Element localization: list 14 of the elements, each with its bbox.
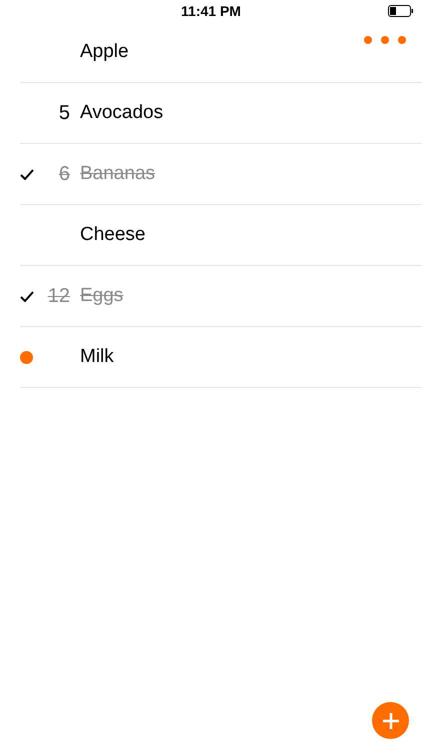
item-name[interactable]: Avocados xyxy=(80,102,164,124)
plus-icon xyxy=(382,712,400,730)
add-button[interactable] xyxy=(372,702,409,739)
item-quantity: 6 xyxy=(58,162,70,186)
item-name[interactable]: Cheese xyxy=(80,224,146,246)
checkmark-icon[interactable] xyxy=(20,168,34,180)
item-quantity: 12 xyxy=(46,284,70,308)
item-name[interactable]: Milk xyxy=(80,346,114,368)
item-name[interactable]: Apple xyxy=(80,41,129,63)
battery-icon xyxy=(388,5,414,17)
item-quantity: 5 xyxy=(58,102,70,124)
more-button[interactable] xyxy=(362,34,408,46)
status-time: 11:41 PM xyxy=(181,3,241,19)
checkmark-icon[interactable] xyxy=(20,290,34,302)
